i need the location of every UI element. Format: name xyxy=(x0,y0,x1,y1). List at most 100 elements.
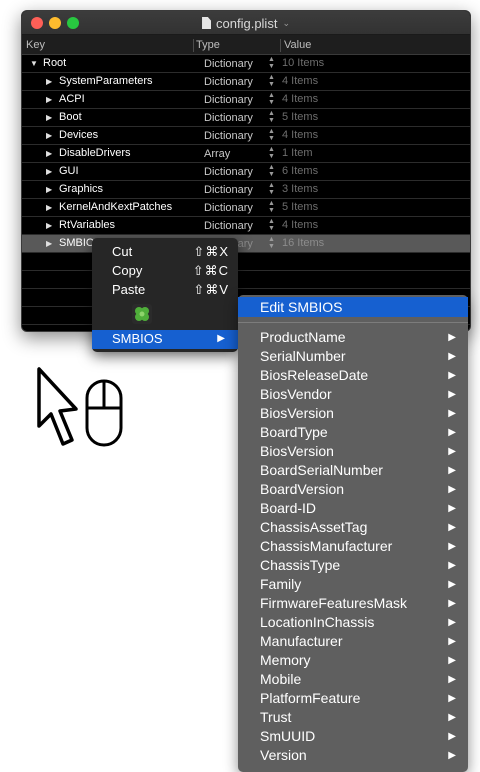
row-key: ▶ SystemParameters xyxy=(46,75,153,87)
submenu-item[interactable]: BoardType ▶ xyxy=(238,423,468,442)
row-type[interactable]: Dictionary xyxy=(204,94,253,106)
menu-item-paste[interactable]: Paste ⇧⌘V xyxy=(92,281,238,300)
submenu-item[interactable]: PlatformFeature ▶ xyxy=(238,689,468,708)
row-key: ▶ RtVariables xyxy=(46,219,115,231)
submenu-item[interactable]: BiosVersion ▶ xyxy=(238,442,468,461)
disclosure-open-icon[interactable]: ▼ xyxy=(30,59,40,68)
disclosure-closed-icon[interactable]: ▶ xyxy=(46,167,56,176)
column-divider[interactable] xyxy=(280,39,281,52)
outline-row[interactable]: ▶ Graphics Dictionary ▲ ▼ 3 Items xyxy=(22,181,470,199)
type-stepper-icon[interactable]: ▲ ▼ xyxy=(268,74,275,88)
row-value: 3 Items xyxy=(282,183,319,195)
type-stepper-icon[interactable]: ▲ ▼ xyxy=(268,164,275,178)
outline-row[interactable]: ▶ Boot Dictionary ▲ ▼ 5 Items xyxy=(22,109,470,127)
submenu-item[interactable]: Version ▶ xyxy=(238,746,468,765)
submenu-arrow-icon: ▶ xyxy=(448,503,456,514)
submenu-arrow-icon: ▶ xyxy=(448,541,456,552)
menu-item-cut[interactable]: Cut ⇧⌘X xyxy=(92,243,238,262)
submenu-arrow-icon: ▶ xyxy=(448,446,456,457)
disclosure-closed-icon[interactable]: ▶ xyxy=(46,95,56,104)
submenu-item[interactable]: SerialNumber ▶ xyxy=(238,347,468,366)
row-type[interactable]: Dictionary xyxy=(204,166,253,178)
column-divider[interactable] xyxy=(193,39,194,52)
row-value: 4 Items xyxy=(282,93,319,105)
row-key: ▶ Devices xyxy=(46,129,98,141)
menu-item-copy[interactable]: Copy ⇧⌘C xyxy=(92,262,238,281)
submenu-item[interactable]: Board-ID ▶ xyxy=(238,499,468,518)
row-key: ▼ Root xyxy=(30,57,66,69)
row-type[interactable]: Dictionary xyxy=(204,58,253,70)
row-value: 1 Item xyxy=(282,147,313,159)
chevron-down-icon[interactable]: ⌄ xyxy=(282,18,290,29)
submenu-item[interactable]: BiosVersion ▶ xyxy=(238,404,468,423)
menu-item-smbios[interactable]: SMBIOS ▶ xyxy=(92,330,238,349)
row-type[interactable]: Array xyxy=(204,148,230,160)
submenu-item[interactable]: BoardVersion ▶ xyxy=(238,480,468,499)
disclosure-closed-icon[interactable]: ▶ xyxy=(46,185,56,194)
submenu-arrow-icon: ▶ xyxy=(448,731,456,742)
type-stepper-icon[interactable]: ▲ ▼ xyxy=(268,92,275,106)
disclosure-closed-icon[interactable]: ▶ xyxy=(46,203,56,212)
outline-row[interactable]: ▶ RtVariables Dictionary ▲ ▼ 4 Items xyxy=(22,217,470,235)
type-stepper-icon[interactable]: ▲ ▼ xyxy=(268,110,275,124)
disclosure-closed-icon[interactable]: ▶ xyxy=(46,77,56,86)
arrow-cursor-icon xyxy=(37,367,78,446)
outline-row[interactable]: ▶ KernelAndKextPatches Dictionary ▲ ▼ 5 Items xyxy=(22,199,470,217)
outline-row[interactable]: ▶ Devices Dictionary ▲ ▼ 4 Items xyxy=(22,127,470,145)
submenu-item[interactable]: Manufacturer ▶ xyxy=(238,632,468,651)
row-type[interactable]: Dictionary xyxy=(204,76,253,88)
type-stepper-icon[interactable]: ▲ ▼ xyxy=(268,56,275,70)
submenu-item[interactable]: SmUUID ▶ xyxy=(238,727,468,746)
submenu-item[interactable]: ProductName ▶ xyxy=(238,328,468,347)
type-stepper-icon[interactable]: ▲ ▼ xyxy=(268,182,275,196)
type-stepper-icon[interactable]: ▲ ▼ xyxy=(268,200,275,214)
outline-row[interactable]: ▼ Root Dictionary ▲ ▼ 10 Items xyxy=(22,55,470,73)
column-type[interactable]: Type xyxy=(196,39,220,51)
outline-row[interactable]: ▶ GUI Dictionary ▲ ▼ 6 Items xyxy=(22,163,470,181)
outline-row[interactable]: ▶ DisableDrivers Array ▲ ▼ 1 Item xyxy=(22,145,470,163)
column-value[interactable]: Value xyxy=(284,39,311,51)
row-type[interactable]: Dictionary xyxy=(204,130,253,142)
type-stepper-icon[interactable]: ▲ ▼ xyxy=(268,236,275,250)
disclosure-closed-icon[interactable]: ▶ xyxy=(46,149,56,158)
submenu-item[interactable]: ChassisType ▶ xyxy=(238,556,468,575)
submenu-arrow-icon: ▶ xyxy=(217,333,225,344)
outline-row[interactable]: ▶SMBIOSDictionary▲▼16 Items xyxy=(22,235,470,253)
row-value: 6 Items xyxy=(282,165,319,177)
type-stepper-icon[interactable]: ▲ ▼ xyxy=(268,146,275,160)
row-value: 4 Items xyxy=(282,75,319,87)
submenu-item[interactable]: FirmwareFeaturesMask ▶ xyxy=(238,594,468,613)
menu-item-edit-smbios[interactable]: Edit SMBIOS xyxy=(238,297,468,317)
disclosure-closed-icon[interactable]: ▶ xyxy=(46,131,56,140)
row-type[interactable]: Dictionary xyxy=(204,184,253,196)
window-title: config.plist xyxy=(216,15,278,31)
row-key: ▶ ACPI xyxy=(46,93,85,105)
disclosure-closed-icon[interactable]: ▶ xyxy=(46,239,56,248)
title-bar[interactable]: config.plist ⌄ xyxy=(22,11,470,35)
row-type[interactable]: Dictionary xyxy=(204,112,253,124)
column-key[interactable]: Key xyxy=(26,39,45,51)
submenu-item[interactable]: Memory ▶ xyxy=(238,651,468,670)
submenu-item[interactable]: ChassisManufacturer ▶ xyxy=(238,537,468,556)
submenu-arrow-icon: ▶ xyxy=(448,484,456,495)
row-type[interactable]: Dictionary xyxy=(204,220,253,232)
submenu-item[interactable]: Trust ▶ xyxy=(238,708,468,727)
submenu-item[interactable]: LocationInChassis ▶ xyxy=(238,613,468,632)
submenu-item[interactable]: BiosReleaseDate ▶ xyxy=(238,366,468,385)
type-stepper-icon[interactable]: ▲ ▼ xyxy=(268,128,275,142)
submenu-item[interactable]: ChassisAssetTag ▶ xyxy=(238,518,468,537)
outline-row[interactable]: ▶ SystemParameters Dictionary ▲ ▼ 4 Items xyxy=(22,73,470,91)
submenu-item[interactable]: Mobile ▶ xyxy=(238,670,468,689)
smbios-field-list: ProductName ▶ SerialNumber ▶ BiosReleaseDate… xyxy=(238,328,468,765)
type-stepper-icon[interactable]: ▲ ▼ xyxy=(268,218,275,232)
row-type[interactable]: Dictionary xyxy=(204,202,253,214)
row-key-label: ACPI xyxy=(59,93,85,105)
disclosure-closed-icon[interactable]: ▶ xyxy=(46,221,56,230)
outline-row[interactable]: ▶ ACPI Dictionary ▲ ▼ 4 Items xyxy=(22,91,470,109)
submenu-item[interactable]: BoardSerialNumber ▶ xyxy=(238,461,468,480)
submenu-item[interactable]: Family ▶ xyxy=(238,575,468,594)
disclosure-closed-icon[interactable]: ▶ xyxy=(46,113,56,122)
window-title-area[interactable]: config.plist ⌄ xyxy=(22,11,470,35)
submenu-item[interactable]: BiosVendor ▶ xyxy=(238,385,468,404)
submenu-arrow-icon: ▶ xyxy=(448,389,456,400)
